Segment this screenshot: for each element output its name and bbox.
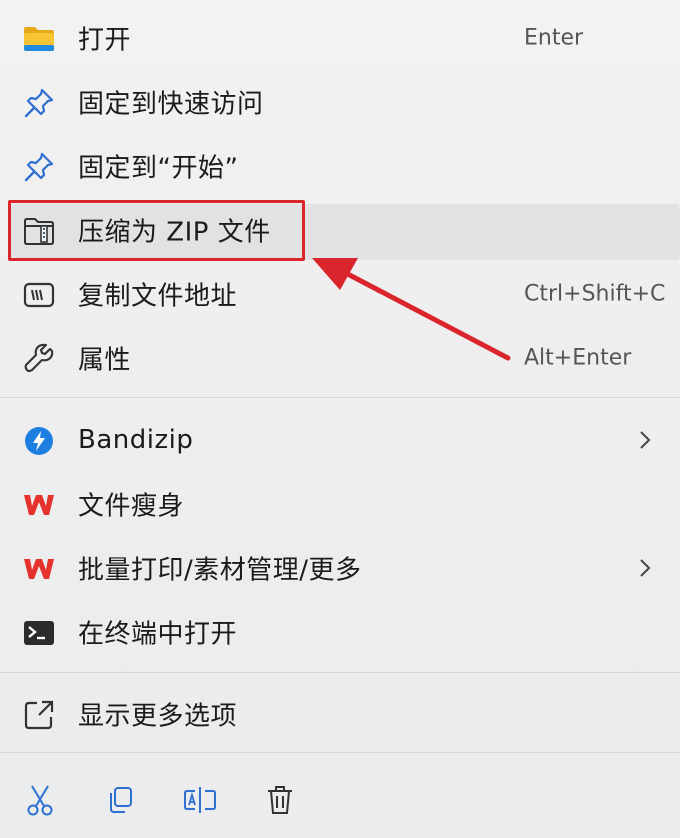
menu-item-label: 显示更多选项 xyxy=(78,701,238,732)
menu-item-open-terminal[interactable]: 在终端中打开 xyxy=(0,602,680,662)
delete-icon[interactable] xyxy=(260,780,300,820)
wps-icon xyxy=(22,552,56,586)
menu-item-label: 在终端中打开 xyxy=(78,619,238,650)
copy-icon[interactable] xyxy=(100,780,140,820)
menu-item-shortcut: Ctrl+Shift+C xyxy=(524,281,666,307)
chevron-right-icon xyxy=(638,429,652,451)
wps-icon xyxy=(22,488,56,522)
bandizip-icon xyxy=(22,424,56,458)
context-menu: 打开 Enter 固定到快速访问 固定到“开始” 压缩为 ZIP 文件 复制文件… xyxy=(0,0,680,838)
pin-icon xyxy=(22,150,56,184)
menu-divider xyxy=(0,752,680,753)
menu-item-wps-more[interactable]: 批量打印/素材管理/更多 xyxy=(0,538,680,598)
menu-item-label: 打开 xyxy=(78,25,132,56)
chevron-right-icon xyxy=(638,557,652,579)
menu-divider xyxy=(0,397,680,398)
menu-item-label: 属性 xyxy=(78,345,132,376)
menu-item-bandizip[interactable]: Bandizip xyxy=(0,410,680,470)
menu-item-open[interactable]: 打开 Enter xyxy=(0,8,680,68)
menu-item-pin-quick-access[interactable]: 固定到快速访问 xyxy=(0,72,680,132)
annotation-arrow-icon xyxy=(312,258,511,361)
annotation-highlight-box xyxy=(8,200,305,261)
wrench-icon xyxy=(22,342,56,376)
menu-item-shortcut: Enter xyxy=(524,25,584,51)
show-more-icon xyxy=(22,698,56,732)
menu-item-label: 批量打印/素材管理/更多 xyxy=(78,555,362,586)
copy-path-icon xyxy=(22,278,56,312)
menu-item-label: 复制文件地址 xyxy=(78,281,238,312)
menu-item-show-more-options[interactable]: 显示更多选项 xyxy=(0,684,680,744)
menu-item-file-slim[interactable]: 文件瘦身 xyxy=(0,474,680,534)
menu-item-pin-start[interactable]: 固定到“开始” xyxy=(0,136,680,196)
folder-icon xyxy=(22,22,56,56)
pin-icon xyxy=(22,86,56,120)
menu-item-shortcut: Alt+Enter xyxy=(524,345,632,371)
menu-item-label: 固定到“开始” xyxy=(78,153,239,184)
rename-icon[interactable] xyxy=(180,780,220,820)
menu-item-label: Bandizip xyxy=(78,425,194,455)
menu-divider xyxy=(0,672,680,673)
terminal-icon xyxy=(22,616,56,650)
cut-icon[interactable] xyxy=(20,780,60,820)
menu-item-label: 固定到快速访问 xyxy=(78,89,264,120)
menu-item-label: 文件瘦身 xyxy=(78,491,185,522)
